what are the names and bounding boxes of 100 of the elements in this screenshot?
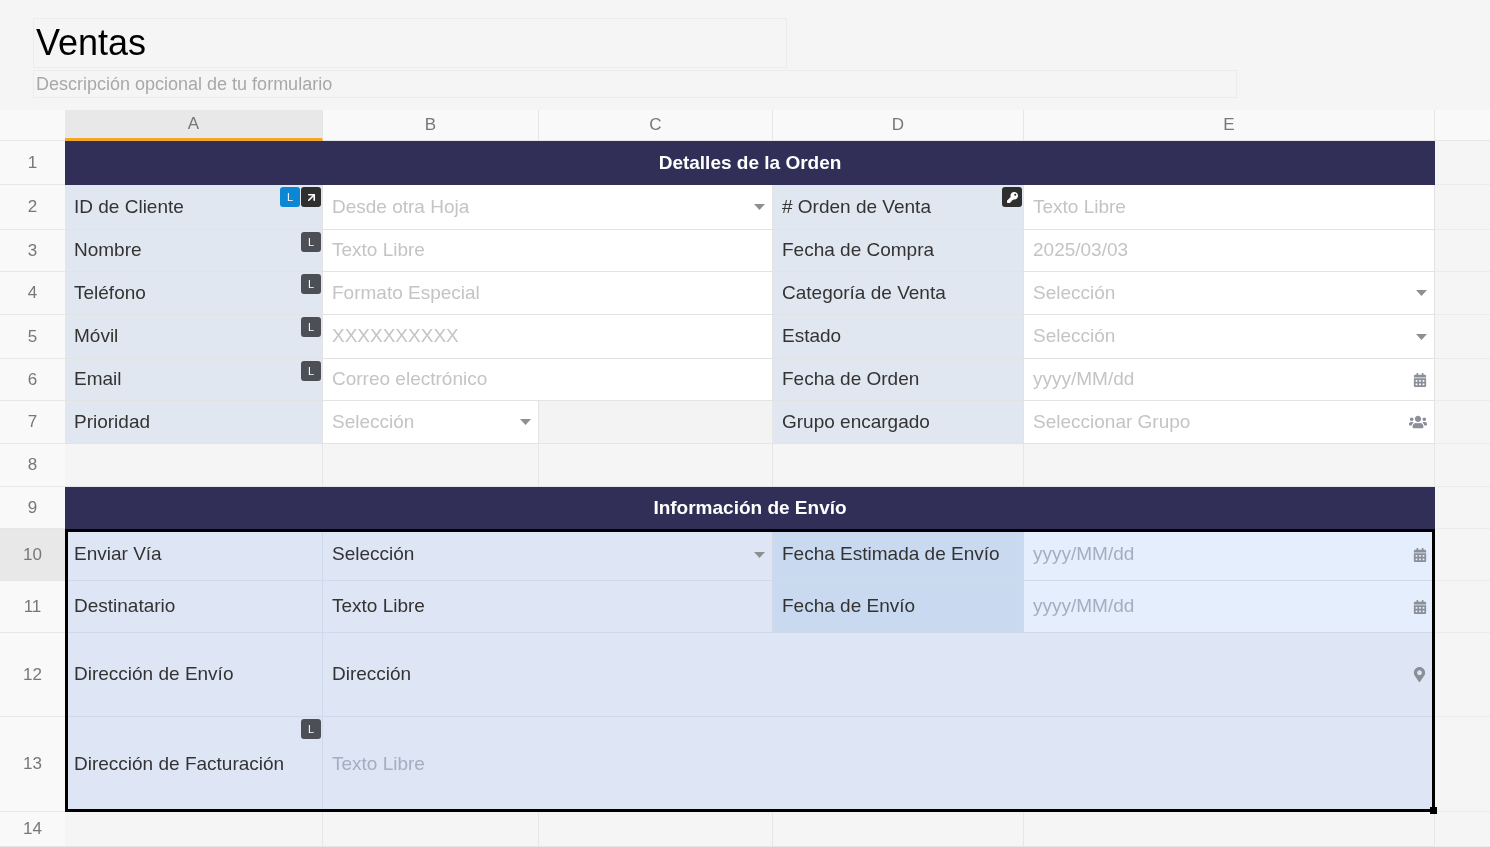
field-cell[interactable]: yyyy/MM/dd: [1024, 581, 1435, 633]
date-field[interactable]: yyyy/MM/dd: [1033, 592, 1405, 621]
field-cell[interactable]: Texto Libre: [1024, 185, 1435, 230]
field-label: Destinatario: [74, 594, 176, 619]
field-label: Nombre: [74, 238, 142, 263]
field-cell[interactable]: yyyy/MM/dd: [1024, 359, 1435, 401]
field-cell[interactable]: Texto Libre: [323, 717, 1435, 812]
field-label: Fecha de Compra: [782, 238, 935, 263]
grid-cell[interactable]: [773, 812, 1024, 847]
section-header: Detalles de la Orden: [65, 141, 1435, 185]
date-field[interactable]: yyyy/MM/dd: [1033, 540, 1405, 569]
grid-cell[interactable]: [1024, 812, 1435, 847]
row-number[interactable]: 7: [0, 401, 65, 444]
caret-icon: [1416, 333, 1427, 340]
row-number[interactable]: 6: [0, 359, 65, 401]
row-number[interactable]: 8: [0, 444, 65, 487]
row-number[interactable]: 4: [0, 272, 65, 315]
grid-cell[interactable]: [65, 444, 323, 487]
location-pin-icon: [1412, 667, 1427, 682]
description-field[interactable]: Descripción opcional de tu formulario: [33, 70, 1237, 98]
text-field[interactable]: Correo electrónico: [332, 365, 765, 394]
field-label: Fecha de Envío: [782, 594, 916, 619]
field-label: ID de Cliente: [74, 194, 184, 219]
grid-cell[interactable]: [773, 444, 1024, 487]
lock-badge: L: [301, 361, 321, 381]
field-label: Fecha Estimada de Envío: [782, 542, 1000, 567]
text-field[interactable]: Texto Libre: [332, 749, 1427, 779]
caret-icon: [1416, 290, 1427, 296]
field-label: Estado: [782, 324, 842, 349]
row-number[interactable]: 1: [0, 141, 65, 185]
column-header[interactable]: D: [773, 110, 1024, 141]
row-number[interactable]: 12: [0, 633, 65, 717]
field-cell[interactable]: Seleccionar Grupo: [1024, 401, 1435, 444]
field-cell[interactable]: XXXXXXXXXX: [323, 315, 773, 359]
field-label: Fecha de Orden: [782, 367, 920, 392]
row-number[interactable]: 3: [0, 230, 65, 272]
row-number[interactable]: 10: [0, 529, 65, 581]
field-label: Enviar Vía: [74, 542, 162, 567]
text-field[interactable]: Texto Libre: [332, 592, 765, 621]
calendar-icon: [1413, 372, 1427, 387]
grid-cell[interactable]: [539, 401, 773, 444]
text-field[interactable]: 2025/03/03: [1033, 236, 1427, 265]
field-cell[interactable]: Correo electrónico: [323, 359, 773, 401]
field-cell[interactable]: Selección: [1024, 272, 1435, 315]
grid-cell[interactable]: [1024, 444, 1435, 487]
grid-cell[interactable]: [323, 812, 539, 847]
section-header: Información de Envío: [65, 487, 1435, 529]
title-field[interactable]: Ventas: [33, 18, 787, 68]
calendar-icon: [1413, 599, 1427, 614]
field-cell[interactable]: Desde otra Hoja: [323, 185, 773, 230]
field-label: Teléfono: [74, 280, 146, 305]
column-header[interactable]: E: [1024, 110, 1435, 141]
field-label: # Orden de Venta: [782, 194, 931, 219]
field-cell[interactable]: Texto Libre: [323, 581, 773, 633]
row-number[interactable]: 5: [0, 315, 65, 359]
lock-badge: L: [301, 274, 321, 294]
caret-icon: [754, 204, 765, 210]
text-field[interactable]: Formato Especial: [332, 278, 765, 308]
lock-badge: L: [301, 232, 321, 252]
dropdown-field[interactable]: Selección: [332, 407, 512, 437]
column-header[interactable]: C: [539, 110, 773, 141]
field-cell[interactable]: Formato Especial: [323, 272, 773, 315]
grid-cell[interactable]: [539, 444, 773, 487]
text-field[interactable]: Texto Libre: [1033, 192, 1427, 222]
text-field[interactable]: XXXXXXXXXX: [332, 322, 765, 351]
calendar-icon: [1413, 547, 1427, 562]
corner-cell[interactable]: [0, 110, 65, 141]
grid-cell[interactable]: [323, 444, 539, 487]
field-label: Categoría de Venta: [782, 280, 946, 305]
group-picker-field[interactable]: Seleccionar Grupo: [1033, 407, 1401, 437]
field-cell[interactable]: Texto Libre: [323, 230, 773, 272]
column-header[interactable]: B: [323, 110, 539, 141]
field-label: Dirección de Facturación: [74, 751, 285, 776]
address-field[interactable]: Dirección: [332, 660, 1404, 689]
field-label: Prioridad: [74, 409, 151, 434]
dropdown-field[interactable]: Selección: [1033, 278, 1408, 308]
field-cell[interactable]: Dirección: [323, 633, 1435, 717]
field-label: Email: [74, 367, 122, 392]
column-header[interactable]: A: [65, 110, 323, 141]
dropdown-field[interactable]: Selección: [1033, 322, 1408, 351]
field-label: Dirección de Envío: [74, 662, 234, 687]
grid-cell[interactable]: [65, 812, 323, 847]
row-number[interactable]: 9: [0, 487, 65, 529]
lock-badge: L: [301, 317, 321, 337]
field-label: Móvil: [74, 324, 119, 349]
text-field[interactable]: Texto Libre: [332, 236, 765, 265]
date-field[interactable]: yyyy/MM/dd: [1033, 365, 1405, 394]
row-number[interactable]: 11: [0, 581, 65, 633]
row-number[interactable]: 2: [0, 185, 65, 230]
row-number[interactable]: 13: [0, 717, 65, 812]
field-cell[interactable]: Selección: [1024, 315, 1435, 359]
row-number[interactable]: 14: [0, 812, 65, 847]
grid-cell[interactable]: [539, 812, 773, 847]
caret-icon: [754, 551, 765, 558]
dropdown-field[interactable]: Desde otra Hoja: [332, 192, 746, 222]
dropdown-field[interactable]: Selección: [332, 540, 746, 569]
field-cell[interactable]: Selección: [323, 401, 539, 444]
field-cell[interactable]: yyyy/MM/dd: [1024, 529, 1435, 581]
field-cell[interactable]: Selección: [323, 529, 773, 581]
field-cell[interactable]: 2025/03/03: [1024, 230, 1435, 272]
